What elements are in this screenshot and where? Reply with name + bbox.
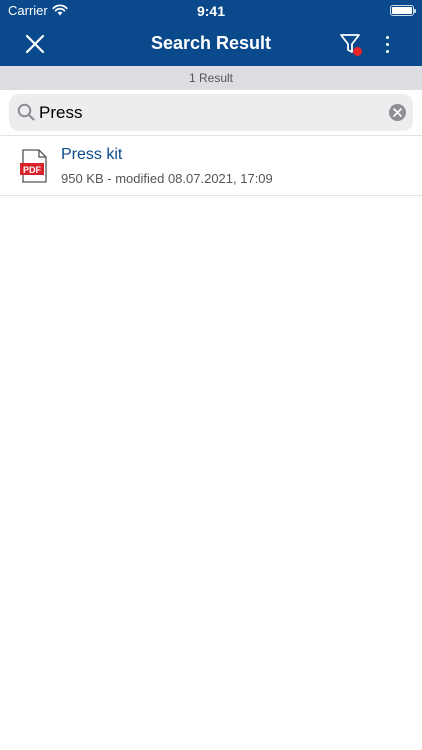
search-bar (0, 90, 422, 136)
result-item[interactable]: PDF Press kit 950 KB - modified 08.07.20… (0, 137, 422, 196)
close-button[interactable] (20, 29, 50, 59)
search-field[interactable] (9, 94, 413, 131)
battery-icon (390, 5, 416, 16)
clock: 9:41 (196, 3, 226, 19)
filter-active-badge (353, 47, 362, 56)
result-meta: 950 KB - modified 08.07.2021, 17:09 (61, 171, 273, 186)
close-icon (25, 34, 45, 54)
top-bar: Carrier 9:41 Search Result (0, 0, 422, 66)
pdf-file-icon: PDF (20, 149, 47, 183)
clear-icon (393, 108, 402, 117)
search-input[interactable] (39, 97, 379, 128)
more-options-button[interactable] (376, 30, 398, 58)
result-count: 1 Result (0, 66, 422, 90)
status-bar: Carrier 9:41 (0, 0, 422, 22)
pdf-label: PDF (23, 165, 42, 175)
search-icon (17, 103, 35, 121)
nav-bar: Search Result (0, 22, 422, 66)
result-title: Press kit (61, 146, 123, 163)
more-icon (385, 35, 389, 39)
filter-button[interactable] (336, 30, 364, 58)
clear-search-button[interactable] (389, 104, 406, 121)
